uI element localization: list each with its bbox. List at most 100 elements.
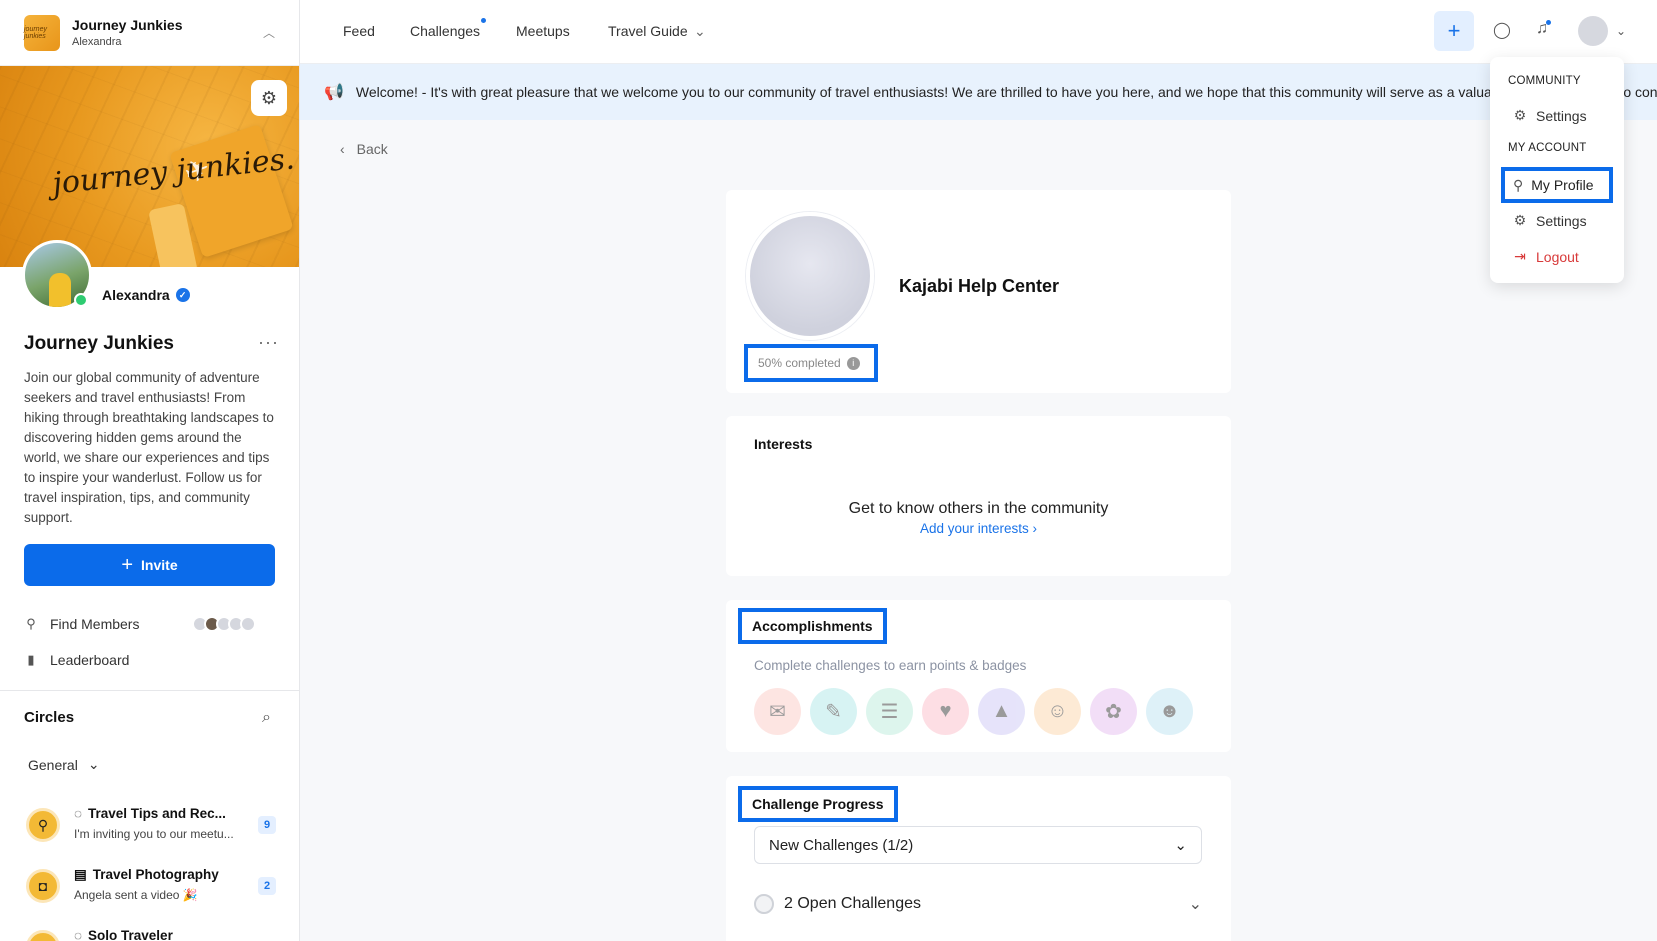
banner-settings-button[interactable]: ⚙ — [251, 80, 287, 116]
badge-icon[interactable]: ♥ — [922, 688, 969, 735]
megaphone-icon: 📢 — [324, 84, 344, 101]
general-label: General — [28, 756, 78, 773]
logout-item[interactable]: ⇥ Logout — [1512, 248, 1579, 265]
more-icon[interactable]: ··· — [258, 332, 279, 353]
profile-name: Kajabi Help Center — [899, 276, 1060, 296]
account-settings-item[interactable]: ⚙ Settings — [1512, 212, 1587, 229]
challenge-progress-card: Challenge Progress New Challenges (1/2) … — [726, 776, 1231, 941]
community-description: Join our global community of adventure s… — [24, 370, 274, 525]
search-icon[interactable]: ⌕ — [262, 709, 271, 727]
add-interests-label: Add your interests — [919, 521, 1029, 536]
community-logo: journey junkies — [24, 14, 60, 51]
avatar-person-shape — [49, 273, 71, 307]
open-challenges-radio[interactable] — [754, 894, 774, 914]
badge-icon[interactable]: ▲ — [978, 688, 1025, 735]
leaderboard-link[interactable]: ▮ Leaderboard — [24, 652, 129, 668]
circle-title-row: ◌ Solo Traveler — [74, 928, 173, 941]
owner-name-row[interactable]: Alexandra ✓ — [102, 287, 190, 303]
info-icon[interactable]: i — [846, 356, 860, 370]
gallery-icon: ▤ — [74, 867, 87, 882]
chat-icon[interactable]: ◯ — [1493, 20, 1511, 40]
community-settings-item[interactable]: ⚙ Settings — [1512, 107, 1587, 124]
member-avatars[interactable] — [192, 616, 256, 632]
find-members-link[interactable]: ⚲ Find Members — [24, 616, 139, 632]
badge-icon[interactable]: ☻ — [1146, 688, 1193, 735]
nav-travel-guide[interactable]: Travel Guide — [608, 23, 688, 39]
current-user-name: Alexandra — [72, 36, 122, 48]
chevron-right-icon: › — [1032, 521, 1038, 536]
community-section-heading: COMMUNITY — [1508, 75, 1581, 87]
circle-item[interactable]: ◘ ▤ Travel Photography Angela sent a vide… — [26, 863, 276, 909]
notification-dot — [1546, 20, 1551, 25]
back-link[interactable]: ‹ Back — [340, 141, 388, 157]
chevron-down-icon: ⌄ — [1174, 837, 1187, 854]
logout-label: Logout — [1536, 248, 1579, 265]
circle-title-row: ▤ Travel Photography — [74, 867, 219, 883]
chevron-up-icon[interactable]: ︿ — [263, 24, 275, 41]
community-switcher[interactable]: journey junkies Journey Junkies Alexandr… — [0, 0, 299, 66]
plus-icon: + — [121, 553, 134, 576]
community-name: Journey Junkies — [72, 17, 183, 33]
badge-icon[interactable]: ☺ — [1034, 688, 1081, 735]
nav-feed[interactable]: Feed — [343, 23, 375, 39]
welcome-text: Welcome! - It's with great pleasure that… — [355, 84, 1657, 100]
circle-avatar — [26, 930, 60, 941]
community-banner: ✈ journey junkies. ⚙ — [0, 66, 299, 267]
community-title: Journey Junkies — [24, 333, 174, 354]
chevron-down-icon: ⌄ — [87, 756, 100, 772]
badge-icon[interactable]: ☰ — [866, 688, 913, 735]
chevron-down-icon[interactable]: ⌄ — [1189, 894, 1202, 914]
find-members-label: Find Members — [50, 616, 140, 632]
welcome-announcement[interactable]: 📢 Welcome! - It's with great pleasure th… — [300, 64, 1657, 120]
circles-heading: Circles — [24, 709, 75, 726]
user-avatar-button[interactable] — [1578, 16, 1608, 46]
account-section-heading: MY ACCOUNT — [1508, 142, 1587, 154]
profile-completion[interactable]: 50% completed i — [744, 344, 878, 382]
sidebar: journey junkies Journey Junkies Alexandr… — [0, 0, 300, 941]
gear-icon: ⚙ — [1513, 212, 1527, 228]
circle-subtitle: I'm inviting you to our meetu... — [74, 827, 234, 841]
online-status-indicator — [74, 293, 88, 307]
add-interests-link[interactable]: Add your interests › — [726, 521, 1231, 536]
gear-icon: ⚙ — [1513, 107, 1527, 123]
circle-title: Travel Tips and Rec... — [88, 806, 226, 821]
community-settings-label: Settings — [1536, 107, 1587, 124]
account-dropdown-menu: COMMUNITY ⚙ Settings MY ACCOUNT ⚲ My Pro… — [1490, 57, 1624, 283]
my-profile-item[interactable]: ⚲ My Profile — [1501, 167, 1613, 203]
accomplishments-card: Accomplishments Complete challenges to e… — [726, 600, 1231, 752]
top-navigation: Feed Challenges Meetups Travel Guide ⌄ +… — [300, 0, 1657, 64]
create-button[interactable]: + — [1434, 11, 1474, 51]
circle-title-row: ◌ Travel Tips and Rec... — [74, 806, 226, 821]
badge-icon[interactable]: ✿ — [1090, 688, 1137, 735]
profile-avatar[interactable] — [746, 212, 874, 340]
chevron-down-icon[interactable]: ⌄ — [694, 23, 706, 40]
back-label: Back — [356, 141, 388, 157]
owner-name: Alexandra — [102, 287, 170, 303]
badge-icon[interactable]: ✎ — [810, 688, 857, 735]
interests-prompt: Get to know others in the community — [848, 500, 1109, 517]
chat-icon: ◌ — [74, 928, 83, 941]
chevron-left-icon: ‹ — [340, 141, 345, 157]
unread-badge: 9 — [258, 816, 276, 834]
badge-icon[interactable]: ✉ — [754, 688, 801, 735]
nav-meetups[interactable]: Meetups — [516, 23, 570, 39]
interests-heading: Interests — [754, 436, 813, 452]
open-challenges-label: 2 Open Challenges — [784, 895, 921, 912]
nav-challenges[interactable]: Challenges — [410, 23, 480, 39]
circle-item[interactable]: ◌ Solo Traveler — [26, 924, 276, 941]
circle-avatar: ◘ — [26, 869, 60, 903]
challenge-filter-select[interactable]: New Challenges (1/2) ⌄ — [754, 826, 1202, 864]
gear-icon: ⚙ — [260, 87, 278, 108]
invite-button[interactable]: + Invite — [24, 544, 275, 586]
general-group-toggle[interactable]: General ⌄ — [28, 756, 100, 773]
user-icon: ⚲ — [26, 616, 36, 631]
my-profile-label: My Profile — [1531, 177, 1594, 193]
interests-card: Interests Get to know others in the comm… — [726, 416, 1231, 576]
challenge-progress-heading: Challenge Progress — [738, 786, 898, 822]
profile-card: Kajabi Help Center 50% completed i — [726, 190, 1231, 393]
unread-badge: 2 — [258, 877, 276, 895]
open-challenges-row[interactable]: 2 Open Challenges ⌄ — [754, 894, 1202, 914]
completion-label: 50% completed — [758, 356, 841, 370]
circle-item[interactable]: ⚲ ◌ Travel Tips and Rec... I'm inviting y… — [26, 802, 276, 848]
chevron-down-icon[interactable]: ⌄ — [1616, 24, 1626, 38]
